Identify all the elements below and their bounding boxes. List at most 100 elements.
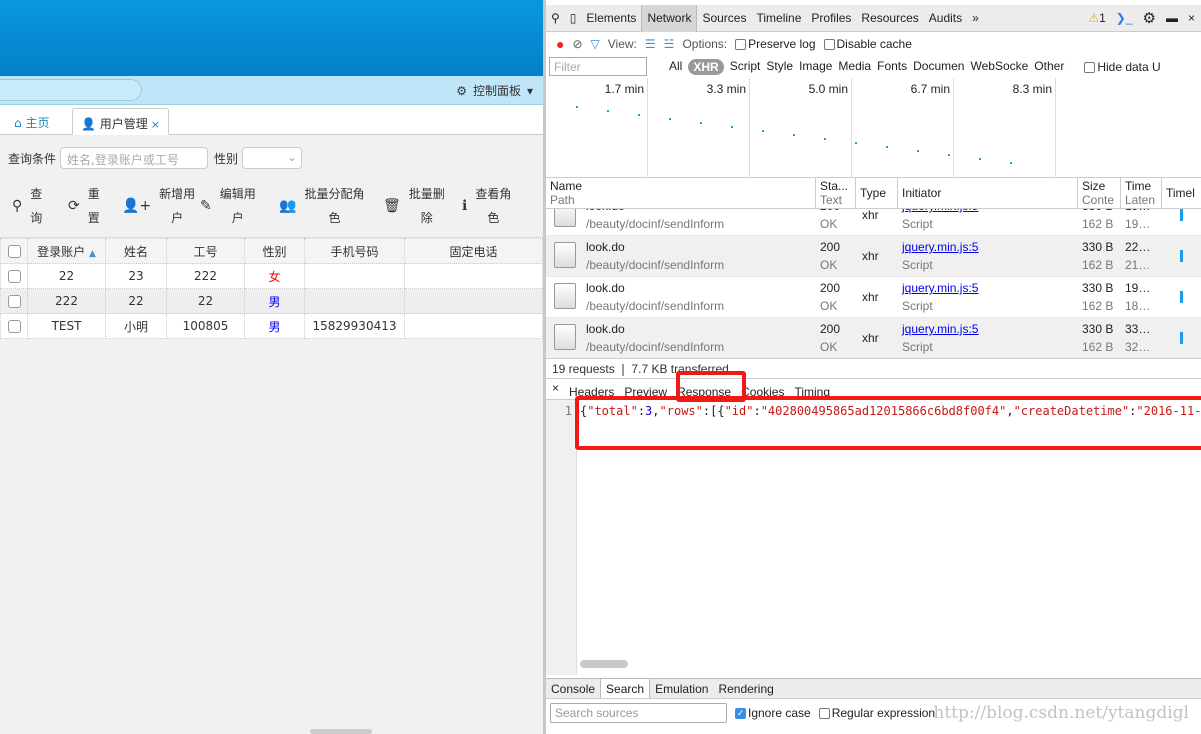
file-icon: [554, 283, 576, 309]
table-row[interactable]: TEST 小明 100805 男 15829930413: [0, 313, 543, 339]
select-all[interactable]: [0, 238, 28, 264]
overview-icon[interactable]: ☱: [664, 37, 675, 51]
gear-icon[interactable]: ⚙: [1143, 9, 1156, 27]
control-panel-menu[interactable]: ⚙ 控制面板 ▾: [456, 82, 533, 99]
initiator-link[interactable]: jquery.min.js:5: [902, 320, 978, 338]
tab-resources[interactable]: Resources: [856, 5, 923, 32]
row-select[interactable]: [0, 288, 28, 314]
tab-network[interactable]: Network: [641, 4, 698, 32]
close-tab-icon[interactable]: ×: [151, 118, 160, 131]
table-row[interactable]: 22 23 222 女: [0, 263, 543, 289]
close-icon[interactable]: ×: [1188, 11, 1195, 25]
type-filter-xhr[interactable]: XHR: [688, 58, 724, 75]
type-filter-other[interactable]: Other: [1034, 59, 1064, 75]
warning-badge[interactable]: ⚠1: [1088, 11, 1105, 25]
console-icon[interactable]: ❯_: [1116, 11, 1133, 25]
type-filter-media[interactable]: Media: [838, 59, 871, 75]
device-icon[interactable]: ▯: [565, 5, 582, 32]
clear-icon[interactable]: ⊘: [572, 37, 582, 51]
type-filter-fonts[interactable]: Fonts: [877, 59, 907, 75]
tab-user-management[interactable]: 👤 用户管理 ×: [72, 108, 170, 135]
tab-timeline[interactable]: Timeline: [751, 5, 806, 32]
filter-icon[interactable]: ▽: [591, 37, 600, 51]
query-button[interactable]: ⚲ 查询: [12, 180, 42, 232]
initiator-link[interactable]: jquery.min.js:5: [902, 279, 978, 297]
network-overview[interactable]: 1.7 min 3.3 min 5.0 min 6.7 min 8.3 min: [546, 78, 1201, 178]
file-icon: [554, 324, 576, 350]
drawer-tab-rendering[interactable]: Rendering: [713, 679, 778, 698]
close-detail-icon[interactable]: ×: [552, 381, 559, 399]
initiator-link[interactable]: jquery.min.js:5: [902, 238, 978, 256]
checkbox[interactable]: [7, 295, 21, 308]
row-select[interactable]: [0, 263, 28, 289]
users-icon: 👥: [279, 198, 297, 214]
type-filter-all[interactable]: All: [669, 59, 682, 75]
large-rows-icon[interactable]: ☰: [645, 37, 656, 51]
type-filter-documen[interactable]: Documen: [913, 59, 964, 75]
col-mobile[interactable]: 手机号码: [304, 238, 405, 264]
preserve-log-checkbox[interactable]: Preserve log: [735, 37, 816, 51]
request-row[interactable]: look.do/beauty/docinf/sendInform200OKxhr…: [546, 236, 1201, 277]
table-row[interactable]: 222 22 22 男: [0, 288, 543, 314]
edit-user-button[interactable]: ✎ 编辑用户: [200, 180, 256, 232]
checkbox[interactable]: [1084, 61, 1096, 73]
col-status[interactable]: Sta... Text: [816, 178, 856, 209]
ignore-case-checkbox[interactable]: ✓ Ignore case: [735, 706, 811, 720]
row-select[interactable]: [0, 313, 28, 339]
request-marker: [762, 130, 764, 132]
record-icon[interactable]: ●: [556, 36, 564, 52]
filter-input[interactable]: Filter: [549, 57, 647, 76]
disable-cache-checkbox[interactable]: Disable cache: [823, 37, 912, 51]
tab-home[interactable]: ⌂ 主页: [6, 108, 57, 135]
view-role-button[interactable]: ℹ 查看角色: [462, 180, 511, 232]
checkbox[interactable]: [735, 38, 747, 50]
type-filter-style[interactable]: Style: [766, 59, 793, 75]
horizontal-scrollbar[interactable]: [580, 660, 628, 668]
checkbox[interactable]: [7, 320, 21, 333]
gear-icon: ⚙: [456, 83, 467, 98]
col-initiator[interactable]: Initiator: [898, 178, 1078, 209]
drawer-tab-search[interactable]: Search: [600, 679, 651, 698]
check-icon[interactable]: ✓: [735, 708, 746, 720]
drawer-tab-emulation[interactable]: Emulation: [650, 679, 713, 698]
reset-button[interactable]: ⟳ 重置: [68, 180, 100, 232]
checkbox[interactable]: [823, 38, 835, 50]
regex-checkbox[interactable]: Regular expression: [818, 706, 935, 720]
col-gender[interactable]: 性别: [244, 238, 305, 264]
request-row[interactable]: look.do/beauty/docinf/sendInform200OKxhr…: [546, 318, 1201, 358]
horizontal-scrollbar[interactable]: [310, 729, 372, 734]
search-icon[interactable]: ⚲: [546, 5, 565, 32]
col-type[interactable]: Type: [856, 178, 898, 209]
col-size[interactable]: Size Conte: [1078, 178, 1121, 209]
add-user-button[interactable]: 👤+ 新增用户: [122, 180, 195, 232]
search-sources-input[interactable]: Search sources: [550, 703, 727, 723]
nav-pill[interactable]: [0, 79, 142, 101]
batch-delete-button[interactable]: 🗑 批量删除: [383, 180, 445, 232]
col-no[interactable]: 工号: [166, 238, 245, 264]
tab-sources[interactable]: Sources: [697, 5, 751, 32]
batch-assign-role-button[interactable]: 👥 批量分配角色: [279, 180, 364, 232]
tab-elements[interactable]: Elements: [581, 5, 641, 32]
col-account[interactable]: 登录账户 ▲: [27, 238, 106, 264]
type-filter-script[interactable]: Script: [730, 59, 761, 75]
tab-audits[interactable]: Audits: [924, 5, 967, 32]
checkbox[interactable]: [7, 245, 21, 258]
dock-icon[interactable]: ▬: [1166, 11, 1178, 25]
search-input[interactable]: 姓名,登录账户或工号: [60, 147, 209, 169]
checkbox[interactable]: [818, 708, 830, 720]
tab-profiles[interactable]: Profiles: [806, 5, 856, 32]
col-time[interactable]: Time Laten: [1121, 178, 1162, 209]
checkbox[interactable]: [7, 270, 21, 283]
col-timeline[interactable]: Timel: [1162, 178, 1201, 209]
request-row[interactable]: look.do/beauty/docinf/sendInform200OKxhr…: [546, 209, 1201, 236]
tab-more[interactable]: »: [967, 5, 984, 32]
col-name[interactable]: Name Path: [546, 178, 816, 209]
request-row[interactable]: look.do/beauty/docinf/sendInform200OKxhr…: [546, 277, 1201, 318]
col-name[interactable]: 姓名: [105, 238, 167, 264]
gender-select[interactable]: ⌄: [242, 147, 303, 169]
type-filter-image[interactable]: Image: [799, 59, 832, 75]
col-phone[interactable]: 固定电话: [404, 238, 543, 264]
hide-data-urls-checkbox[interactable]: Hide data U: [1084, 60, 1161, 74]
type-filter-websocke[interactable]: WebSocke: [970, 59, 1028, 75]
drawer-tab-console[interactable]: Console: [546, 679, 600, 698]
